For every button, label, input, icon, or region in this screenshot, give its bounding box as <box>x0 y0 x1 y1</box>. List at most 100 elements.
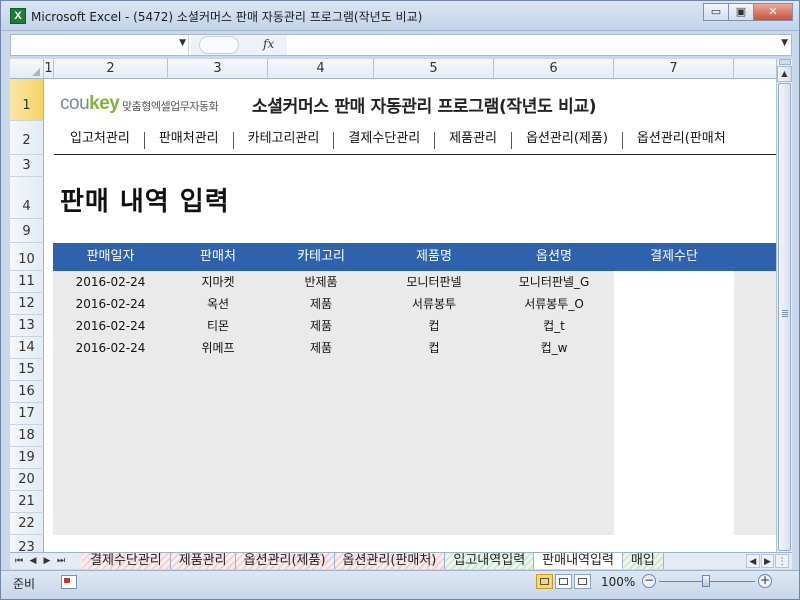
fx-icon[interactable]: fx <box>263 37 274 51</box>
cell-option[interactable]: 컵_w <box>494 337 614 359</box>
row-header[interactable]: 3 <box>10 155 44 177</box>
cell-channel[interactable]: 옥션 <box>168 293 268 315</box>
scroll-thumb[interactable] <box>778 83 791 551</box>
table-row-empty[interactable] <box>53 491 776 513</box>
zoom-level[interactable]: 100% <box>601 575 635 589</box>
tab-inbound-entry[interactable]: 입고내역입력 <box>445 553 535 569</box>
first-sheet-icon[interactable]: ⏮ <box>12 554 26 568</box>
row-header[interactable]: 16 <box>10 381 44 403</box>
row-header[interactable]: 23 <box>10 535 44 552</box>
tab-split-handle[interactable]: ⋮ <box>775 554 790 568</box>
cell-channel[interactable]: 위메프 <box>168 337 268 359</box>
last-sheet-icon[interactable]: ⏭ <box>54 554 68 568</box>
macro-record-icon[interactable] <box>61 575 77 589</box>
scroll-up-icon[interactable]: ▲ <box>777 66 792 82</box>
menu-item-option-channel[interactable]: 옵션관리(판매처 <box>623 132 740 149</box>
name-box[interactable]: ▼ <box>11 35 189 55</box>
cell-sale-date[interactable]: 2016-02-24 <box>53 271 168 293</box>
page-layout-icon[interactable] <box>555 574 572 589</box>
tab-payment-method[interactable]: 결제수단관리 <box>82 553 171 569</box>
normal-view-icon[interactable] <box>536 574 553 589</box>
excel-app-icon[interactable]: X <box>10 8 26 24</box>
row-header[interactable]: 17 <box>10 403 44 425</box>
col-header[interactable]: 7 <box>614 59 734 79</box>
cell-category[interactable]: 반제품 <box>268 271 374 293</box>
col-header[interactable] <box>734 59 776 79</box>
select-all-corner[interactable] <box>10 59 44 79</box>
cell-option[interactable]: 모니터판넬_G <box>494 271 614 293</box>
cell-channel[interactable]: 지마켓 <box>168 271 268 293</box>
cell-sale-date[interactable]: 2016-02-24 <box>53 337 168 359</box>
zoom-slider-thumb[interactable] <box>702 575 710 587</box>
row-header[interactable]: 22 <box>10 513 44 535</box>
row-header[interactable]: 11 <box>10 271 44 293</box>
table-row-empty[interactable] <box>53 359 776 381</box>
zoom-in-icon[interactable]: + <box>758 574 772 588</box>
row-header[interactable]: 20 <box>10 469 44 491</box>
cell-product[interactable]: 서류봉투 <box>374 293 494 315</box>
row-header[interactable]: 9 <box>10 219 44 243</box>
row-header[interactable]: 12 <box>10 293 44 315</box>
table-row[interactable]: 2016-02-24 티몬 제품 컵 컵_t <box>53 315 776 337</box>
formula-cancel-enter[interactable] <box>199 36 239 54</box>
table-row-empty[interactable] <box>53 513 776 535</box>
page-break-icon[interactable] <box>574 574 591 589</box>
table-row-empty[interactable] <box>53 447 776 469</box>
menu-item-sales-channel[interactable]: 판매처관리 <box>145 132 234 149</box>
cell-category[interactable]: 제품 <box>268 293 374 315</box>
col-header[interactable]: 2 <box>54 59 168 79</box>
cell-product[interactable]: 컵 <box>374 337 494 359</box>
row-header[interactable]: 14 <box>10 337 44 359</box>
cell-product[interactable]: 모니터판넬 <box>374 271 494 293</box>
row-header[interactable]: 1 <box>10 79 44 121</box>
chevron-down-icon[interactable]: ▼ <box>179 38 186 48</box>
menu-item-category[interactable]: 카테고리관리 <box>234 132 335 149</box>
col-header[interactable]: 5 <box>374 59 494 79</box>
cell-sale-date[interactable]: 2016-02-24 <box>53 315 168 337</box>
scroll-right-icon[interactable]: ▶ <box>760 554 775 568</box>
horizontal-scrollbar[interactable]: ◀ ▶ ⋮ <box>746 554 790 568</box>
menu-item-option-product[interactable]: 옵션관리(제품) <box>512 132 623 149</box>
menu-item-product[interactable]: 제품관리 <box>435 132 512 149</box>
row-header[interactable]: 4 <box>10 177 44 219</box>
row-header[interactable]: 10 <box>10 243 44 271</box>
worksheet-grid[interactable]: 1 2 3 4 5 6 7 1 2 3 4 9 10 11 12 13 14 1… <box>10 59 776 552</box>
zoom-out-icon[interactable]: − <box>642 574 656 588</box>
col-header[interactable]: 3 <box>168 59 268 79</box>
table-row[interactable]: 2016-02-24 옥션 제품 서류봉투 서류봉투_O <box>53 293 776 315</box>
row-header[interactable]: 21 <box>10 491 44 513</box>
cell-payment[interactable] <box>614 337 734 359</box>
expand-formula-bar-icon[interactable]: ▼ <box>781 38 788 48</box>
cell-payment[interactable] <box>614 315 734 337</box>
table-row-empty[interactable] <box>53 403 776 425</box>
menu-item-payment-method[interactable]: 결제수단관리 <box>334 132 436 149</box>
cell-category[interactable]: 제품 <box>268 337 374 359</box>
row-header[interactable]: 15 <box>10 359 44 381</box>
tab-option-product[interactable]: 옵션관리(제품) <box>235 553 335 569</box>
cell-option[interactable]: 서류봉투_O <box>494 293 614 315</box>
split-handle[interactable] <box>779 59 791 65</box>
table-row[interactable]: 2016-02-24 위메프 제품 컵 컵_w <box>53 337 776 359</box>
tab-sales-entry[interactable]: 판매내역입력 <box>534 553 623 569</box>
cell-category[interactable]: 제품 <box>268 315 374 337</box>
vertical-scrollbar[interactable]: ▲ <box>776 59 792 552</box>
close-icon[interactable]: ✕ <box>753 3 793 21</box>
cell-payment[interactable] <box>614 293 734 315</box>
row-header[interactable]: 19 <box>10 447 44 469</box>
menu-item-inbound-vendor[interactable]: 입고처관리 <box>54 132 145 149</box>
row-header[interactable]: 13 <box>10 315 44 337</box>
scroll-left-icon[interactable]: ◀ <box>746 554 760 568</box>
col-header[interactable]: 4 <box>268 59 374 79</box>
cell-option[interactable]: 컵_t <box>494 315 614 337</box>
table-row-empty[interactable] <box>53 425 776 447</box>
cell-payment[interactable] <box>614 271 734 293</box>
col-header[interactable]: 1 <box>44 59 54 79</box>
table-row-empty[interactable] <box>53 381 776 403</box>
tab-option-channel[interactable]: 옵션관리(판매처) <box>334 553 446 569</box>
cell-channel[interactable]: 티몬 <box>168 315 268 337</box>
next-sheet-icon[interactable]: ▶ <box>40 554 54 568</box>
table-row-empty[interactable] <box>53 469 776 491</box>
minimize-icon[interactable]: ▭ <box>703 3 729 21</box>
row-header[interactable]: 2 <box>10 121 44 155</box>
prev-sheet-icon[interactable]: ◀ <box>26 554 40 568</box>
